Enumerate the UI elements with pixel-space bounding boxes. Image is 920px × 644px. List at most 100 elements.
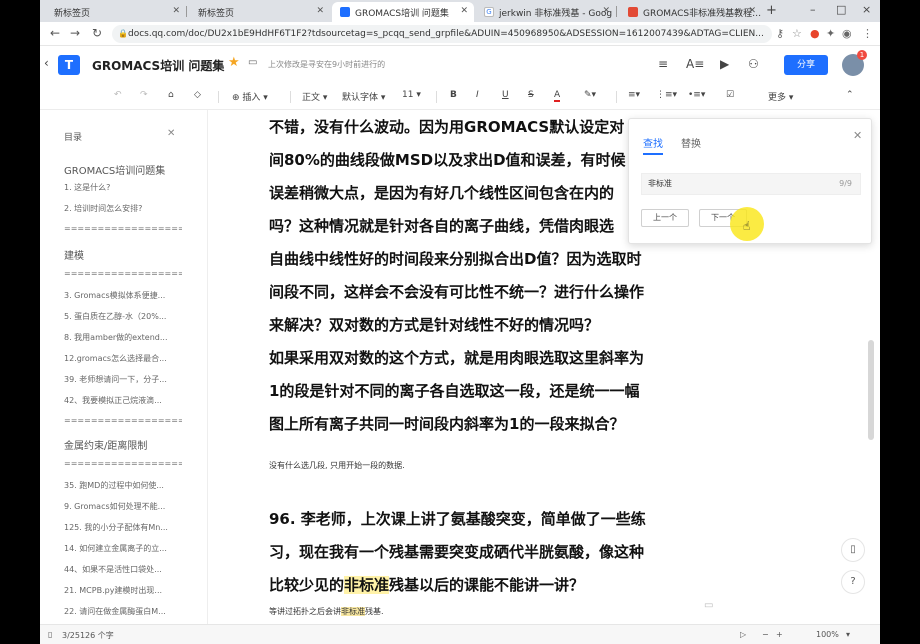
- size-select[interactable]: 11 ▾: [402, 90, 421, 100]
- strikethrough-button[interactable]: S: [528, 90, 534, 100]
- more-label: 更多: [768, 93, 787, 103]
- outline-item[interactable]: 12.gromacs怎么选择最合...: [64, 353, 182, 364]
- font-color-button[interactable]: A: [554, 90, 561, 102]
- paragraph-line: 如果采用双对数的这个方式，就是用肉眼选取这里斜率为: [269, 349, 645, 367]
- play-icon[interactable]: ▷: [740, 630, 746, 639]
- close-icon[interactable]: ✕: [316, 6, 324, 16]
- back-icon[interactable]: ←: [50, 26, 60, 40]
- tab-title: GROMACS培训 问题集: [355, 8, 449, 19]
- bookmark-star-icon[interactable]: ☆: [792, 27, 802, 40]
- close-icon[interactable]: ✕: [167, 128, 175, 139]
- outline-item[interactable]: ============================: [64, 224, 182, 233]
- profile-icon[interactable]: ◉: [842, 27, 852, 40]
- close-icon[interactable]: ✕: [172, 6, 180, 16]
- outline-item[interactable]: 2. 培训时间怎么安排?: [64, 203, 182, 214]
- italic-button[interactable]: I: [476, 90, 479, 100]
- key-icon[interactable]: ⚷: [776, 27, 784, 40]
- checkbox-icon[interactable]: ☑: [726, 90, 734, 100]
- outline-heading[interactable]: 金属约束/距离限制: [64, 437, 182, 452]
- tab-title: GROMACS非标准残基教程…: [643, 8, 762, 19]
- outline-item[interactable]: 14. 如何建立金属离子的立...: [64, 543, 182, 554]
- outline-item[interactable]: 8. 我用amber做的extend...: [64, 332, 182, 343]
- zoom-dropdown-icon[interactable]: ▾: [846, 630, 850, 639]
- font-select[interactable]: 默认字体 ▾: [342, 90, 385, 103]
- doc-title[interactable]: GROMACS培训 问题集: [92, 57, 224, 74]
- text-format-icon[interactable]: A≡: [686, 57, 704, 71]
- folder-icon[interactable]: ▭: [248, 57, 257, 68]
- match-count: 9/9: [839, 179, 852, 188]
- menu-icon[interactable]: ≡: [658, 57, 668, 71]
- zoom-level[interactable]: 100%: [816, 630, 839, 639]
- zoom-out-icon[interactable]: −: [762, 630, 769, 639]
- tab-gromacs-doc[interactable]: GROMACS培训 问题集 ✕: [332, 2, 474, 22]
- bold-button[interactable]: B: [450, 90, 457, 100]
- maximize-button[interactable]: □: [836, 3, 846, 16]
- outline-item[interactable]: 39. 老师想请问一下，分子...: [64, 374, 182, 385]
- outline-item[interactable]: ============================: [64, 459, 182, 468]
- collaborators-icon[interactable]: ⚇: [748, 57, 759, 71]
- close-icon[interactable]: ✕: [853, 129, 862, 142]
- close-icon[interactable]: ✕: [602, 6, 610, 16]
- find-input[interactable]: 非标准 9/9: [641, 173, 861, 195]
- format-painter-icon[interactable]: ⌂: [168, 90, 174, 100]
- highlight-icon[interactable]: ✎▾: [584, 90, 596, 100]
- tab-jerkwin-google[interactable]: G jerkwin 非标准残基 - Goog ✕: [476, 2, 616, 22]
- outline-item[interactable]: 22. 请问在做金属酶蛋白M...: [64, 606, 182, 617]
- forward-icon[interactable]: →: [70, 26, 80, 40]
- share-button[interactable]: 分享: [784, 55, 828, 75]
- minimize-button[interactable]: –: [810, 3, 816, 16]
- style-select[interactable]: 正文 ▾: [302, 90, 327, 103]
- more-menu[interactable]: 更多 ▾: [768, 90, 793, 103]
- bullet-list-icon[interactable]: •≡▾: [688, 90, 705, 100]
- url-field[interactable]: 🔒 docs.qq.com/doc/DU2x1bE9HdHF6T1F2?tdso…: [112, 25, 772, 43]
- outline-item[interactable]: 35. 跑MD的过程中如何使...: [64, 480, 182, 491]
- tencent-docs-logo[interactable]: T: [58, 55, 80, 75]
- outline-item[interactable]: 125. 我的小分子配体有Mn...: [64, 522, 182, 533]
- status-bar: ▯ 3/25126 个字 ▷ − + 100% ▾: [40, 624, 880, 644]
- extensions-icon[interactable]: ✦: [826, 27, 835, 40]
- tab-newtab-1[interactable]: 新标签页 ✕: [46, 2, 186, 22]
- vertical-scrollbar[interactable]: [868, 340, 874, 440]
- underline-button[interactable]: U: [502, 90, 509, 100]
- help-icon[interactable]: ?: [841, 570, 865, 594]
- favorite-star-icon[interactable]: ★: [228, 55, 240, 70]
- close-icon[interactable]: ✕: [748, 6, 756, 16]
- outline-item[interactable]: 44、如果不是活性口袋处...: [64, 564, 182, 575]
- present-icon[interactable]: ▶: [720, 57, 729, 71]
- opera-icon[interactable]: ●: [810, 27, 820, 40]
- toolbar-divider: [436, 91, 437, 103]
- align-icon[interactable]: ≡▾: [628, 90, 640, 100]
- tab-gromacs-tutorial[interactable]: GROMACS非标准残基教程… ✕: [620, 2, 762, 22]
- outline-item[interactable]: 1. 这是什么?: [64, 182, 182, 193]
- tab-newtab-2[interactable]: 新标签页 ✕: [190, 2, 330, 22]
- outline-item[interactable]: 3. Gromacs模拟体系便捷...: [64, 290, 182, 301]
- outline-item[interactable]: ============================: [64, 269, 182, 278]
- outline-heading[interactable]: GROMACS培训问题集: [64, 162, 182, 177]
- outline-item[interactable]: 9. Gromacs如何处理不能...: [64, 501, 182, 512]
- outline-item[interactable]: 21. MCPB.py建模时出现...: [64, 585, 182, 596]
- new-tab-button[interactable]: +: [766, 3, 777, 18]
- clear-format-icon[interactable]: ◇: [194, 90, 201, 100]
- collapse-toolbar-icon[interactable]: ⌃: [846, 90, 854, 100]
- close-icon[interactable]: ✕: [460, 6, 468, 16]
- tab-replace[interactable]: 替换: [681, 135, 701, 150]
- zoom-in-icon[interactable]: +: [776, 630, 783, 639]
- previous-button[interactable]: 上一个: [641, 209, 689, 227]
- redo-icon[interactable]: ↷: [140, 90, 148, 100]
- outline-item[interactable]: 5. 蛋白质在乙醇-水（20%...: [64, 311, 182, 322]
- mobile-view-icon[interactable]: ▯: [841, 538, 865, 562]
- undo-icon[interactable]: ↶: [114, 90, 122, 100]
- outline-item[interactable]: ============================: [64, 416, 182, 425]
- chevron-left-icon[interactable]: ‹: [44, 56, 49, 70]
- outline-heading[interactable]: 建模: [64, 247, 182, 262]
- numbered-list-icon[interactable]: ⋮≡▾: [656, 90, 677, 100]
- outline-item[interactable]: 42、我要模拟正己烷液滴...: [64, 395, 182, 406]
- menu-dots-icon[interactable]: ⋮: [862, 27, 873, 40]
- close-window-button[interactable]: ×: [862, 3, 871, 16]
- insert-menu[interactable]: ⊕ 插入 ▾: [232, 90, 268, 103]
- reload-icon[interactable]: ↻: [92, 26, 102, 40]
- comment-icon[interactable]: ▭: [704, 600, 713, 611]
- style-value: 正文: [302, 93, 321, 103]
- tab-find[interactable]: 查找: [643, 135, 663, 155]
- format-toolbar: ↶ ↷ ⌂ ◇ ⊕ 插入 ▾ 正文 ▾ 默认字体 ▾ 11 ▾ B I U S …: [40, 84, 880, 110]
